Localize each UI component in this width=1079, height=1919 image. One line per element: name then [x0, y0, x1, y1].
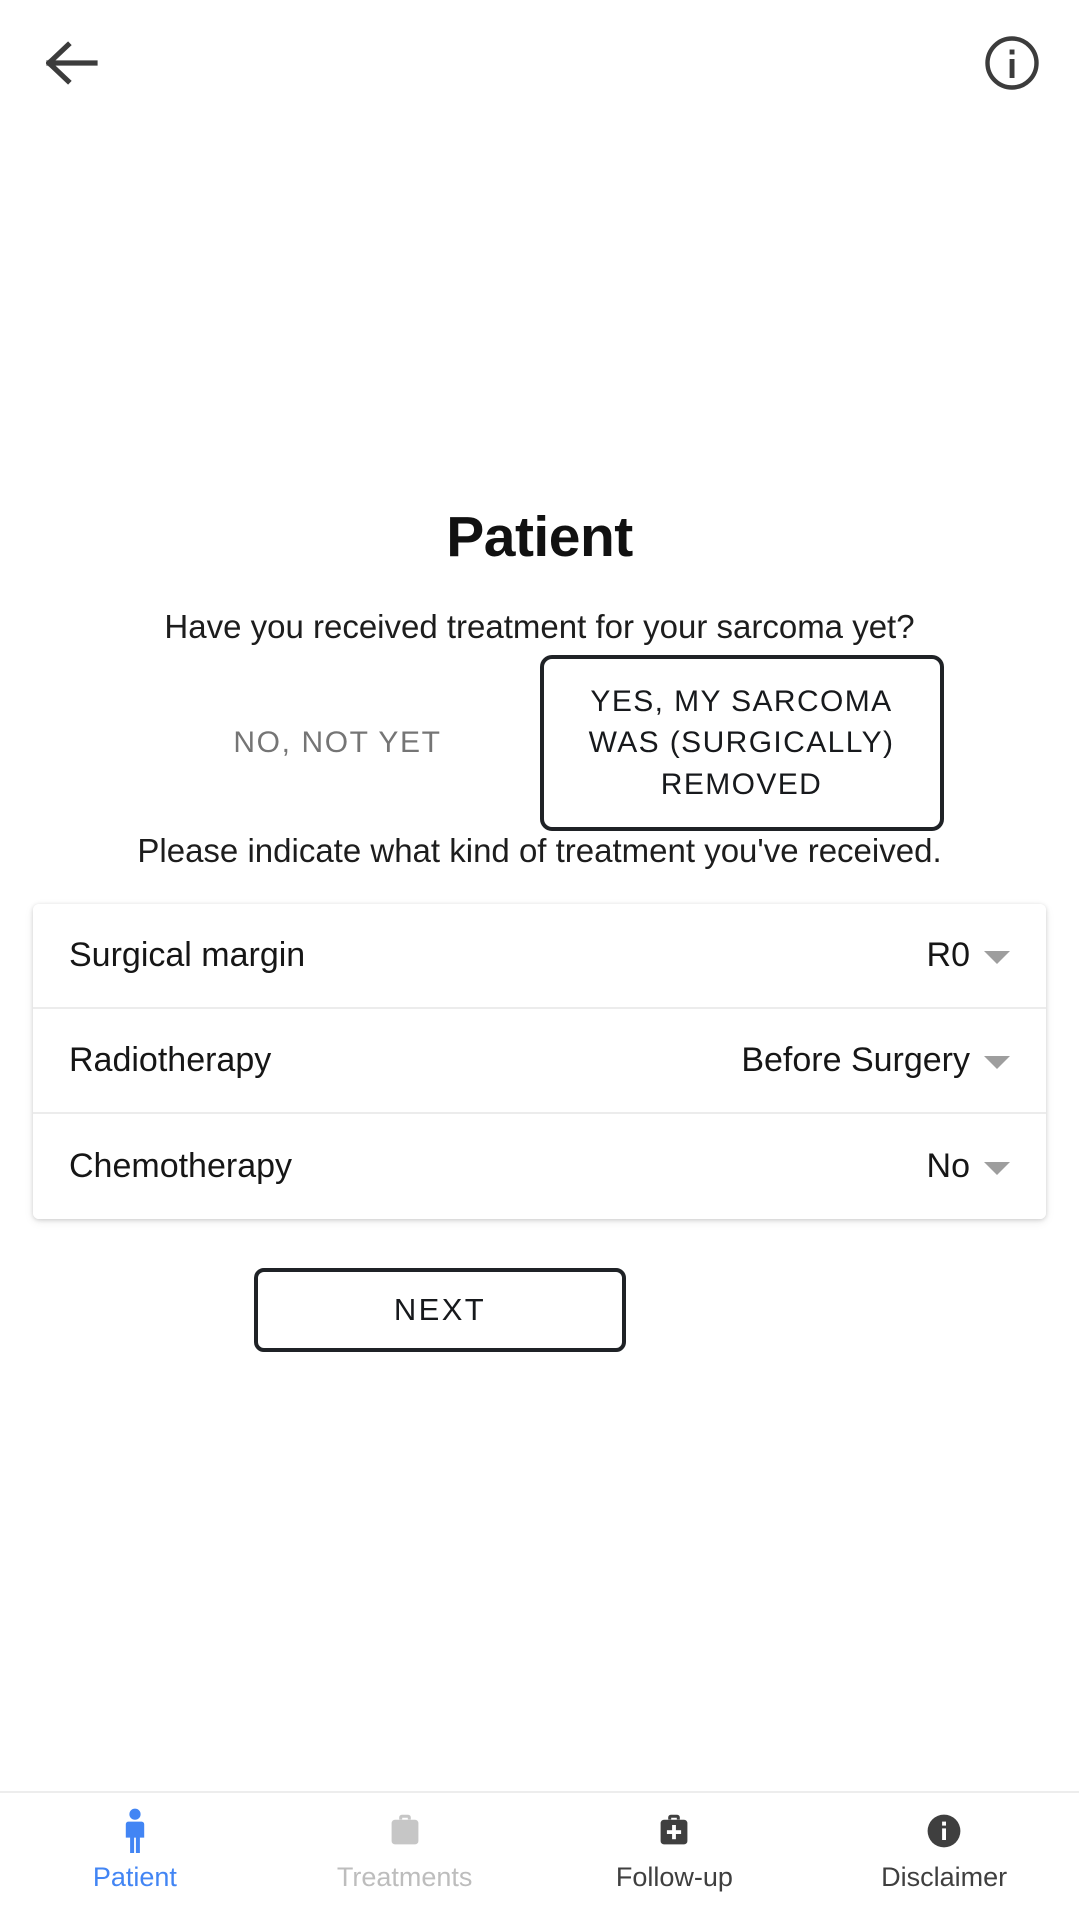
field-value-wrap[interactable]: Before Surgery [741, 1041, 1010, 1080]
subinstruction-text: Please indicate what kind of treatment y… [137, 832, 942, 869]
question-text: Have you received treatment for your sar… [164, 608, 915, 645]
field-row-surgical-margin[interactable]: Surgical margin R0 [33, 904, 1046, 1009]
chevron-down-icon[interactable] [984, 1056, 1010, 1069]
arrow-left-icon [46, 41, 98, 85]
bottom-navigation-bar: Patient Treatments Follow-up Disclaimer [0, 1791, 1079, 1919]
info-button[interactable] [979, 30, 1045, 96]
field-label: Surgical margin [69, 936, 306, 974]
nav-label: Patient [92, 1862, 177, 1892]
nav-label: Follow-up [615, 1862, 733, 1892]
next-button[interactable]: NEXT [254, 1268, 626, 1352]
back-button[interactable] [38, 32, 106, 94]
nav-item-treatments[interactable]: Treatments [270, 1807, 540, 1891]
choice-yes-wrap: YES, MY SARCOMA WAS (SURGICALLY) REMOVED [539, 654, 944, 832]
treatment-details-card: Surgical margin R0 Radiotherapy Before S… [33, 904, 1046, 1219]
chevron-down-icon[interactable] [984, 1162, 1010, 1175]
medical-bag-icon [652, 1807, 696, 1855]
field-value-wrap[interactable]: R0 [927, 936, 1010, 975]
field-row-radiotherapy[interactable]: Radiotherapy Before Surgery [33, 1009, 1046, 1114]
page-content: Patient Have you received treatment for … [0, 125, 1079, 1791]
info-filled-icon [922, 1807, 966, 1855]
field-value-wrap[interactable]: No [927, 1147, 1010, 1186]
option-no-not-yet[interactable]: NO, NOT YET [223, 704, 451, 782]
nav-label: Disclaimer [881, 1862, 1008, 1892]
field-value: R0 [926, 936, 970, 974]
top-app-bar [0, 0, 1079, 125]
field-label: Chemotherapy [69, 1147, 293, 1185]
chevron-down-icon[interactable] [984, 951, 1010, 964]
person-icon [118, 1807, 152, 1855]
field-label: Radiotherapy [69, 1041, 272, 1079]
nav-label: Treatments [336, 1862, 473, 1892]
choice-no-wrap: NO, NOT YET [136, 704, 540, 782]
briefcase-icon [383, 1807, 427, 1855]
field-value: Before Surgery [741, 1041, 970, 1079]
treatment-choice-group: NO, NOT YET YES, MY SARCOMA WAS (SURGICA… [0, 654, 1079, 832]
info-circle-icon [985, 36, 1039, 90]
page-title: Patient [446, 505, 633, 569]
option-yes-surgically-removed[interactable]: YES, MY SARCOMA WAS (SURGICALLY) REMOVED [539, 654, 944, 832]
field-value: No [926, 1147, 970, 1185]
field-row-chemotherapy[interactable]: Chemotherapy No [33, 1114, 1046, 1219]
nav-item-disclaimer[interactable]: Disclaimer [809, 1807, 1079, 1891]
nav-item-followup[interactable]: Follow-up [540, 1807, 810, 1891]
app-screen: Patient Have you received treatment for … [0, 0, 1079, 1919]
nav-item-patient[interactable]: Patient [0, 1807, 270, 1891]
